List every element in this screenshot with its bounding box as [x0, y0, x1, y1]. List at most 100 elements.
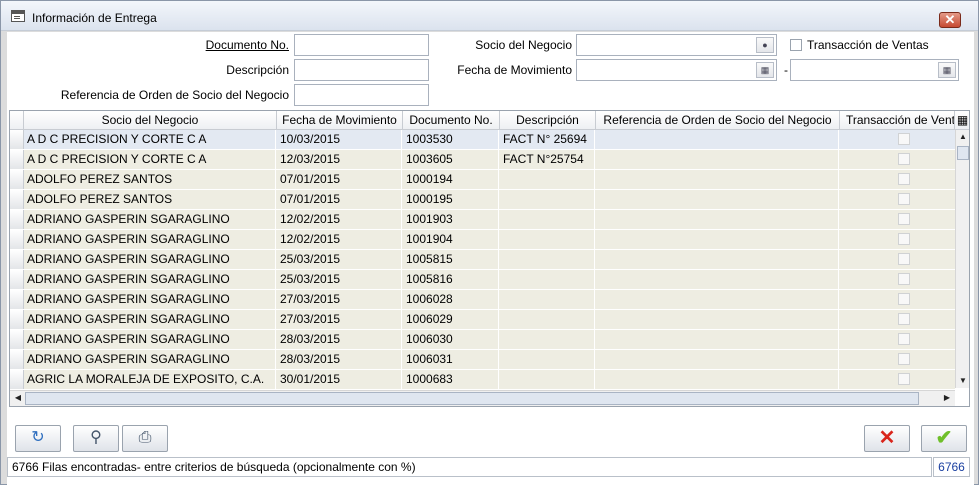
socio-input[interactable]: ● [576, 34, 777, 56]
vertical-scrollbar[interactable]: ▲ ▼ [955, 130, 969, 388]
row-selector[interactable] [10, 130, 24, 149]
print-button[interactable]: ⎙ [122, 425, 168, 452]
cell-descripcion [503, 330, 595, 349]
row-selector[interactable] [10, 150, 24, 169]
scroll-left-icon[interactable]: ◀ [11, 393, 25, 402]
cell-referencia [599, 350, 839, 369]
refresh-icon: ↻ [31, 429, 45, 446]
scroll-down-icon[interactable]: ▼ [956, 376, 969, 385]
referencia-label: Referencia de Orden de Socio del Negocio [60, 88, 289, 102]
cell-referencia [599, 370, 839, 389]
cell-descripcion: FACT N° 25694 [503, 130, 595, 149]
table-row[interactable]: ADOLFO PEREZ SANTOS 07/01/2015 1000194 [10, 170, 955, 190]
info-entrega-window: Información de Entrega ✕ Documento No. D… [0, 0, 979, 485]
scroll-up-icon[interactable]: ▲ [956, 132, 969, 141]
calendar-icon[interactable]: ▦ [938, 62, 956, 78]
print-icon: ⎙ [138, 429, 152, 446]
transaccion-cell-checkbox[interactable] [898, 173, 910, 185]
transaccion-cell-checkbox[interactable] [898, 373, 910, 385]
cell-fecha: 25/03/2015 [280, 270, 402, 289]
row-selector[interactable] [10, 370, 24, 389]
refresh-button[interactable]: ↻ [15, 425, 61, 452]
cell-documento: 1000194 [406, 170, 499, 189]
column-header-descripcion[interactable]: Descripción [500, 111, 596, 130]
table-row[interactable]: ADRIANO GASPERIN SGARAGLINO 27/03/2015 100… [10, 290, 955, 310]
cell-descripcion: FACT N°25754 [503, 150, 595, 169]
calendar-icon[interactable]: ▦ [756, 62, 774, 78]
cell-documento: 1001903 [406, 210, 499, 229]
cancel-button[interactable]: ✕ [864, 425, 910, 452]
column-header-socio[interactable]: Socio del Negocio [24, 111, 277, 130]
row-selector[interactable] [10, 230, 24, 249]
table-row[interactable]: A D C PRECISION Y CORTE C A 10/03/2015 100… [10, 130, 955, 150]
table-row[interactable]: ADOLFO PEREZ SANTOS 07/01/2015 1000195 [10, 190, 955, 210]
table-row[interactable]: ADRIANO GASPERIN SGARAGLINO 12/02/2015 100… [10, 210, 955, 230]
status-bar: 6766 Filas encontradas- entre criterios … [7, 457, 932, 477]
column-header-referencia[interactable]: Referencia de Orden de Socio del Negocio [596, 111, 840, 130]
cell-socio: A D C PRECISION Y CORTE C A [27, 150, 276, 169]
row-selector[interactable] [10, 170, 24, 189]
column-header-fecha[interactable]: Fecha de Movimiento [277, 111, 403, 130]
horizontal-scrollbar[interactable]: ◀ ▶ [10, 390, 955, 406]
horizontal-scroll-thumb[interactable] [25, 392, 919, 405]
cell-fecha: 12/02/2015 [280, 230, 402, 249]
socio-lookup-icon[interactable]: ● [756, 37, 774, 53]
row-selector[interactable] [10, 190, 24, 209]
row-selector[interactable] [10, 250, 24, 269]
table-row[interactable]: AGRIC LA MORALEJA DE EXPOSITO, C.A. 30/01… [10, 370, 955, 390]
cell-descripcion [503, 270, 595, 289]
transaccion-cell-checkbox[interactable] [898, 313, 910, 325]
transaccion-cell-checkbox[interactable] [898, 213, 910, 225]
transaccion-cell-checkbox[interactable] [898, 133, 910, 145]
transaccion-cell-checkbox[interactable] [898, 153, 910, 165]
vertical-scroll-thumb[interactable] [957, 146, 969, 160]
title-bar: Información de Entrega ✕ [1, 1, 978, 31]
fecha-hasta-input[interactable]: ▦ [790, 59, 959, 81]
row-selector[interactable] [10, 310, 24, 329]
row-selector[interactable] [10, 350, 24, 369]
ok-check-icon: ✔ [935, 427, 953, 449]
ok-button[interactable]: ✔ [921, 425, 967, 452]
transaccion-cell-checkbox[interactable] [898, 353, 910, 365]
fecha-desde-input[interactable]: ▦ [576, 59, 777, 81]
table-row[interactable]: ADRIANO GASPERIN SGARAGLINO 25/03/2015 100… [10, 270, 955, 290]
cell-fecha: 28/03/2015 [280, 330, 402, 349]
column-header-documento[interactable]: Documento No. [403, 111, 500, 130]
transaccion-cell-checkbox[interactable] [898, 293, 910, 305]
transaccion-cell-checkbox[interactable] [898, 333, 910, 345]
cell-socio: ADRIANO GASPERIN SGARAGLINO [27, 250, 276, 269]
descripcion-label: Descripción [226, 63, 289, 77]
row-selector[interactable] [10, 210, 24, 229]
row-selector[interactable] [10, 290, 24, 309]
transaccion-cell-checkbox[interactable] [898, 253, 910, 265]
transaccion-cell-checkbox[interactable] [898, 273, 910, 285]
table-row[interactable]: ADRIANO GASPERIN SGARAGLINO 27/03/2015 100… [10, 310, 955, 330]
transaccion-cell-checkbox[interactable] [898, 233, 910, 245]
table-row[interactable]: ADRIANO GASPERIN SGARAGLINO 28/03/2015 100… [10, 330, 955, 350]
scroll-right-icon[interactable]: ▶ [940, 393, 954, 402]
row-selector[interactable] [10, 330, 24, 349]
cell-fecha: 27/03/2015 [280, 290, 402, 309]
column-header-transaccion[interactable]: Transacción de Ventas [840, 111, 955, 130]
descripcion-input[interactable] [294, 59, 429, 81]
cell-descripcion [503, 370, 595, 389]
cell-fecha: 25/03/2015 [280, 250, 402, 269]
transaccion-checkbox[interactable] [790, 39, 802, 51]
transaccion-cell-checkbox[interactable] [898, 193, 910, 205]
row-selector[interactable] [10, 270, 24, 289]
table-row[interactable]: A D C PRECISION Y CORTE C A 12/03/2015 100… [10, 150, 955, 170]
table-row[interactable]: ADRIANO GASPERIN SGARAGLINO 28/03/2015 100… [10, 350, 955, 370]
table-row[interactable]: ADRIANO GASPERIN SGARAGLINO 25/03/2015 100… [10, 250, 955, 270]
main-panel: Documento No. Descripción Referencia de … [7, 32, 974, 485]
table-row[interactable]: ADRIANO GASPERIN SGARAGLINO 12/02/2015 100… [10, 230, 955, 250]
zoom-button[interactable]: ⚲ [73, 425, 119, 452]
close-button[interactable]: ✕ [939, 12, 961, 28]
documento-input[interactable] [294, 34, 429, 56]
cell-socio: A D C PRECISION Y CORTE C A [27, 130, 276, 149]
column-chooser-icon[interactable]: ▦ [955, 111, 969, 130]
cell-socio: ADRIANO GASPERIN SGARAGLINO [27, 210, 276, 229]
cell-documento: 1006028 [406, 290, 499, 309]
zoom-icon: ⚲ [90, 429, 102, 446]
window-title: Información de Entrega [32, 11, 157, 25]
referencia-input[interactable] [294, 84, 429, 106]
